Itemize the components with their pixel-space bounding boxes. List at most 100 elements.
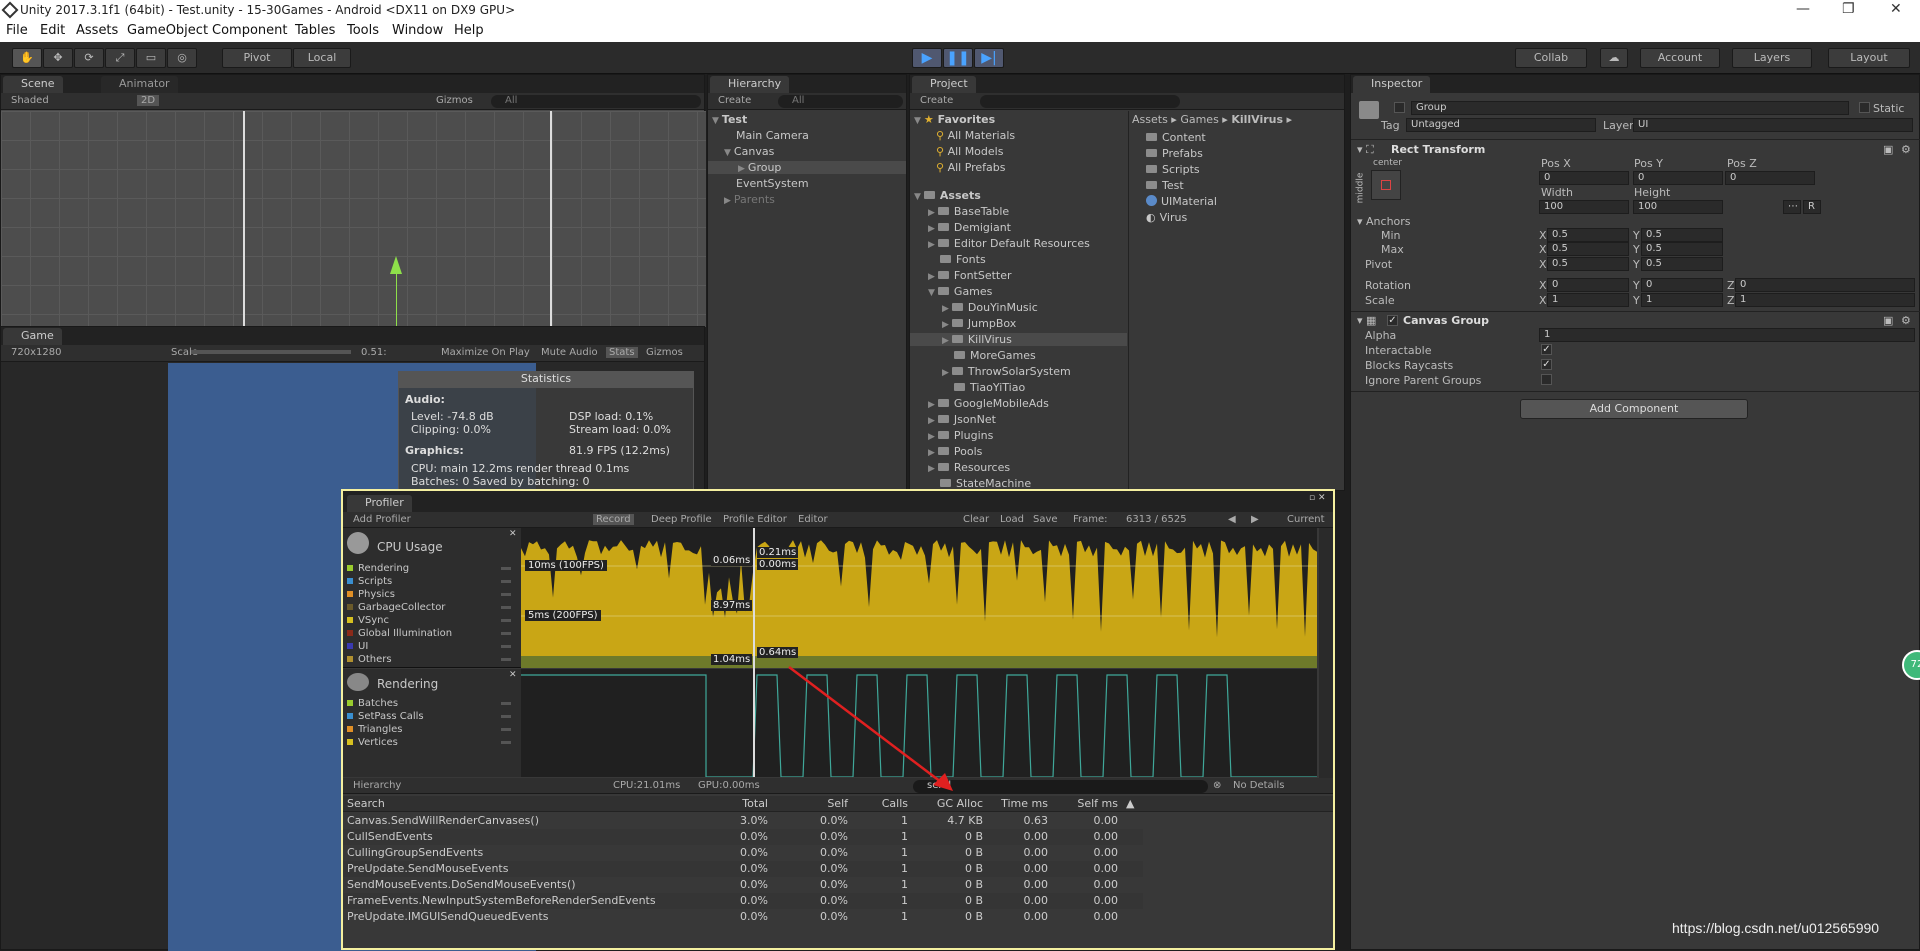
game-gizmos-dropdown[interactable]: Gizmos — [646, 347, 683, 358]
scene-viewport[interactable] — [1, 111, 706, 327]
folder-item[interactable]: ▶ JumpBox — [942, 317, 1016, 330]
move-tool-icon[interactable]: ✥ — [43, 48, 73, 68]
maximize-icon[interactable]: ▫ ✕ — [1309, 493, 1326, 503]
assets-root[interactable]: ▼ Assets — [914, 189, 981, 202]
breadcrumb-item[interactable]: Games — [1180, 113, 1218, 126]
posz-input[interactable]: 0 — [1725, 171, 1815, 185]
hierarchy-create-dropdown[interactable]: Create — [718, 95, 751, 106]
favorites-header[interactable]: ▼ ★ Favorites — [914, 113, 995, 126]
alpha-input[interactable]: 1 — [1539, 328, 1915, 342]
close-icon[interactable]: ✕ — [509, 529, 517, 539]
layers-dropdown[interactable]: Layers — [1732, 48, 1812, 68]
tab-scene[interactable]: Scene — [3, 76, 63, 93]
scale-x-input[interactable]: 1 — [1547, 293, 1629, 307]
close-icon[interactable]: ✕ — [1890, 1, 1902, 17]
gameobject-name-input[interactable]: Group — [1411, 101, 1849, 115]
hierarchy-item[interactable]: EventSystem — [736, 177, 809, 190]
width-input[interactable]: 100 — [1539, 200, 1629, 214]
hierarchy-item[interactable]: ▶ Parents — [724, 193, 775, 206]
editor-dropdown[interactable]: Editor — [798, 514, 828, 525]
collab-button[interactable]: Collab — [1515, 48, 1587, 68]
step-icon[interactable]: ▶| — [974, 48, 1004, 68]
table-row[interactable]: Canvas.SendWillRenderCanvases() 3.0% 0.0% 1… — [343, 813, 1143, 829]
menu-help[interactable]: Help — [454, 23, 484, 38]
hierarchy-item[interactable]: ▼ Canvas — [724, 145, 774, 158]
load-button[interactable]: Load — [1000, 514, 1024, 525]
folder-item[interactable]: ▶ BaseTable — [928, 205, 1009, 218]
posy-input[interactable]: 0 — [1633, 171, 1723, 185]
record-toggle[interactable]: Record — [593, 514, 634, 525]
pivot-toggle[interactable]: Pivot — [222, 48, 292, 68]
hierarchy-item[interactable]: Main Camera — [736, 129, 809, 142]
asset-item[interactable]: Test — [1146, 179, 1184, 192]
blueprint-mode-icon[interactable]: ⋯ — [1783, 200, 1801, 214]
legend-item[interactable]: Vertices — [347, 736, 517, 749]
scale-z-input[interactable]: 1 — [1735, 293, 1915, 307]
hand-tool-icon[interactable]: ✋ — [12, 48, 42, 68]
favorite-item[interactable]: ⚲ All Models — [936, 145, 1003, 158]
stats-toggle[interactable]: Stats — [606, 347, 638, 358]
folder-item[interactable]: Fonts — [940, 253, 986, 266]
table-row[interactable]: PreUpdate.SendMouseEvents 0.0% 0.0% 1 0 B 0.0… — [343, 861, 1143, 877]
anchor-min-y-input[interactable]: 0.5 — [1641, 228, 1723, 242]
pivot-x-input[interactable]: 0.5 — [1547, 257, 1629, 271]
hierarchy-search-input[interactable]: All — [778, 95, 903, 108]
project-search-input[interactable] — [980, 95, 1180, 108]
rotation-y-input[interactable]: 0 — [1641, 278, 1723, 292]
close-icon[interactable]: ✕ — [509, 670, 517, 680]
legend-item[interactable]: GarbageCollector — [347, 601, 517, 614]
canvas-group-enabled-checkbox[interactable]: ✓ — [1387, 315, 1398, 326]
menu-gameobject[interactable]: GameObject — [127, 23, 208, 38]
height-input[interactable]: 100 — [1633, 200, 1723, 214]
legend-item[interactable]: Batches — [347, 697, 517, 710]
account-dropdown[interactable]: Account — [1640, 48, 1720, 68]
scale-tool-icon[interactable]: ⤢ — [105, 48, 135, 68]
tab-hierarchy[interactable]: Hierarchy — [710, 76, 790, 93]
static-checkbox[interactable] — [1859, 102, 1870, 113]
legend-item[interactable]: VSync — [347, 614, 517, 627]
asset-item[interactable]: UIMaterial — [1146, 195, 1217, 208]
breadcrumb-item[interactable]: KillVirus — [1231, 113, 1283, 126]
col-total[interactable]: Total — [703, 797, 768, 810]
pause-icon[interactable]: ❚❚ — [943, 48, 973, 68]
menu-window[interactable]: Window — [392, 23, 443, 38]
transform-tool-icon[interactable]: ◎ — [167, 48, 197, 68]
anchor-preset-button[interactable] — [1371, 170, 1401, 200]
table-row[interactable]: PreUpdate.IMGUISendQueuedEvents 0.0% 0.0% 1… — [343, 909, 1143, 925]
profiler-scrollbar[interactable] — [1319, 528, 1333, 778]
table-row[interactable]: FrameEvents.NewInputSystemBeforeRenderSe… — [343, 893, 1143, 909]
col-self-ms[interactable]: Self ms — [1053, 797, 1118, 810]
frame-cursor[interactable] — [753, 528, 755, 777]
tab-animator[interactable]: Animator — [101, 76, 178, 93]
legend-item[interactable]: SetPass Calls — [347, 710, 517, 723]
component-settings-icon[interactable]: ⚙ — [1901, 143, 1911, 156]
folder-item[interactable]: ▶ JsonNet — [928, 413, 996, 426]
legend-item[interactable]: UI — [347, 640, 517, 653]
maximize-on-play-toggle[interactable]: Maximize On Play — [441, 347, 530, 358]
tab-profiler[interactable]: Profiler — [347, 495, 412, 512]
folder-item-selected[interactable]: ▶ KillVirus — [910, 333, 1127, 346]
menu-assets[interactable]: Assets — [76, 23, 118, 38]
legend-item[interactable]: Physics — [347, 588, 517, 601]
hierarchy-item-selected[interactable]: ▶ Group — [708, 161, 906, 174]
tab-project[interactable]: Project — [912, 76, 976, 93]
clear-button[interactable]: Clear — [963, 514, 989, 525]
anchor-min-x-input[interactable]: 0.5 — [1547, 228, 1629, 242]
ignore-parent-groups-checkbox[interactable] — [1541, 374, 1552, 385]
layer-dropdown[interactable]: UI — [1633, 118, 1913, 132]
folder-item[interactable]: TiaoYiTiao — [954, 381, 1025, 394]
asset-item[interactable]: Content — [1146, 131, 1206, 144]
anchor-max-x-input[interactable]: 0.5 — [1547, 242, 1629, 256]
folder-item[interactable]: ▼ Games — [928, 285, 992, 298]
canvas-group-title[interactable]: Canvas Group — [1403, 314, 1489, 327]
scene-root[interactable]: ▼ Test — [712, 113, 747, 126]
scene-search-input[interactable]: All — [491, 95, 701, 108]
legend-item[interactable]: Scripts — [347, 575, 517, 588]
details-dropdown[interactable]: No Details — [1233, 780, 1284, 791]
legend-item[interactable]: Triangles — [347, 723, 517, 736]
prev-frame-icon[interactable]: ◀ — [1228, 514, 1236, 525]
raw-edit-button[interactable]: R — [1803, 200, 1821, 214]
save-button[interactable]: Save — [1033, 514, 1058, 525]
restore-icon[interactable]: ❐ — [1842, 1, 1855, 17]
minimize-icon[interactable]: — — [1796, 1, 1810, 17]
